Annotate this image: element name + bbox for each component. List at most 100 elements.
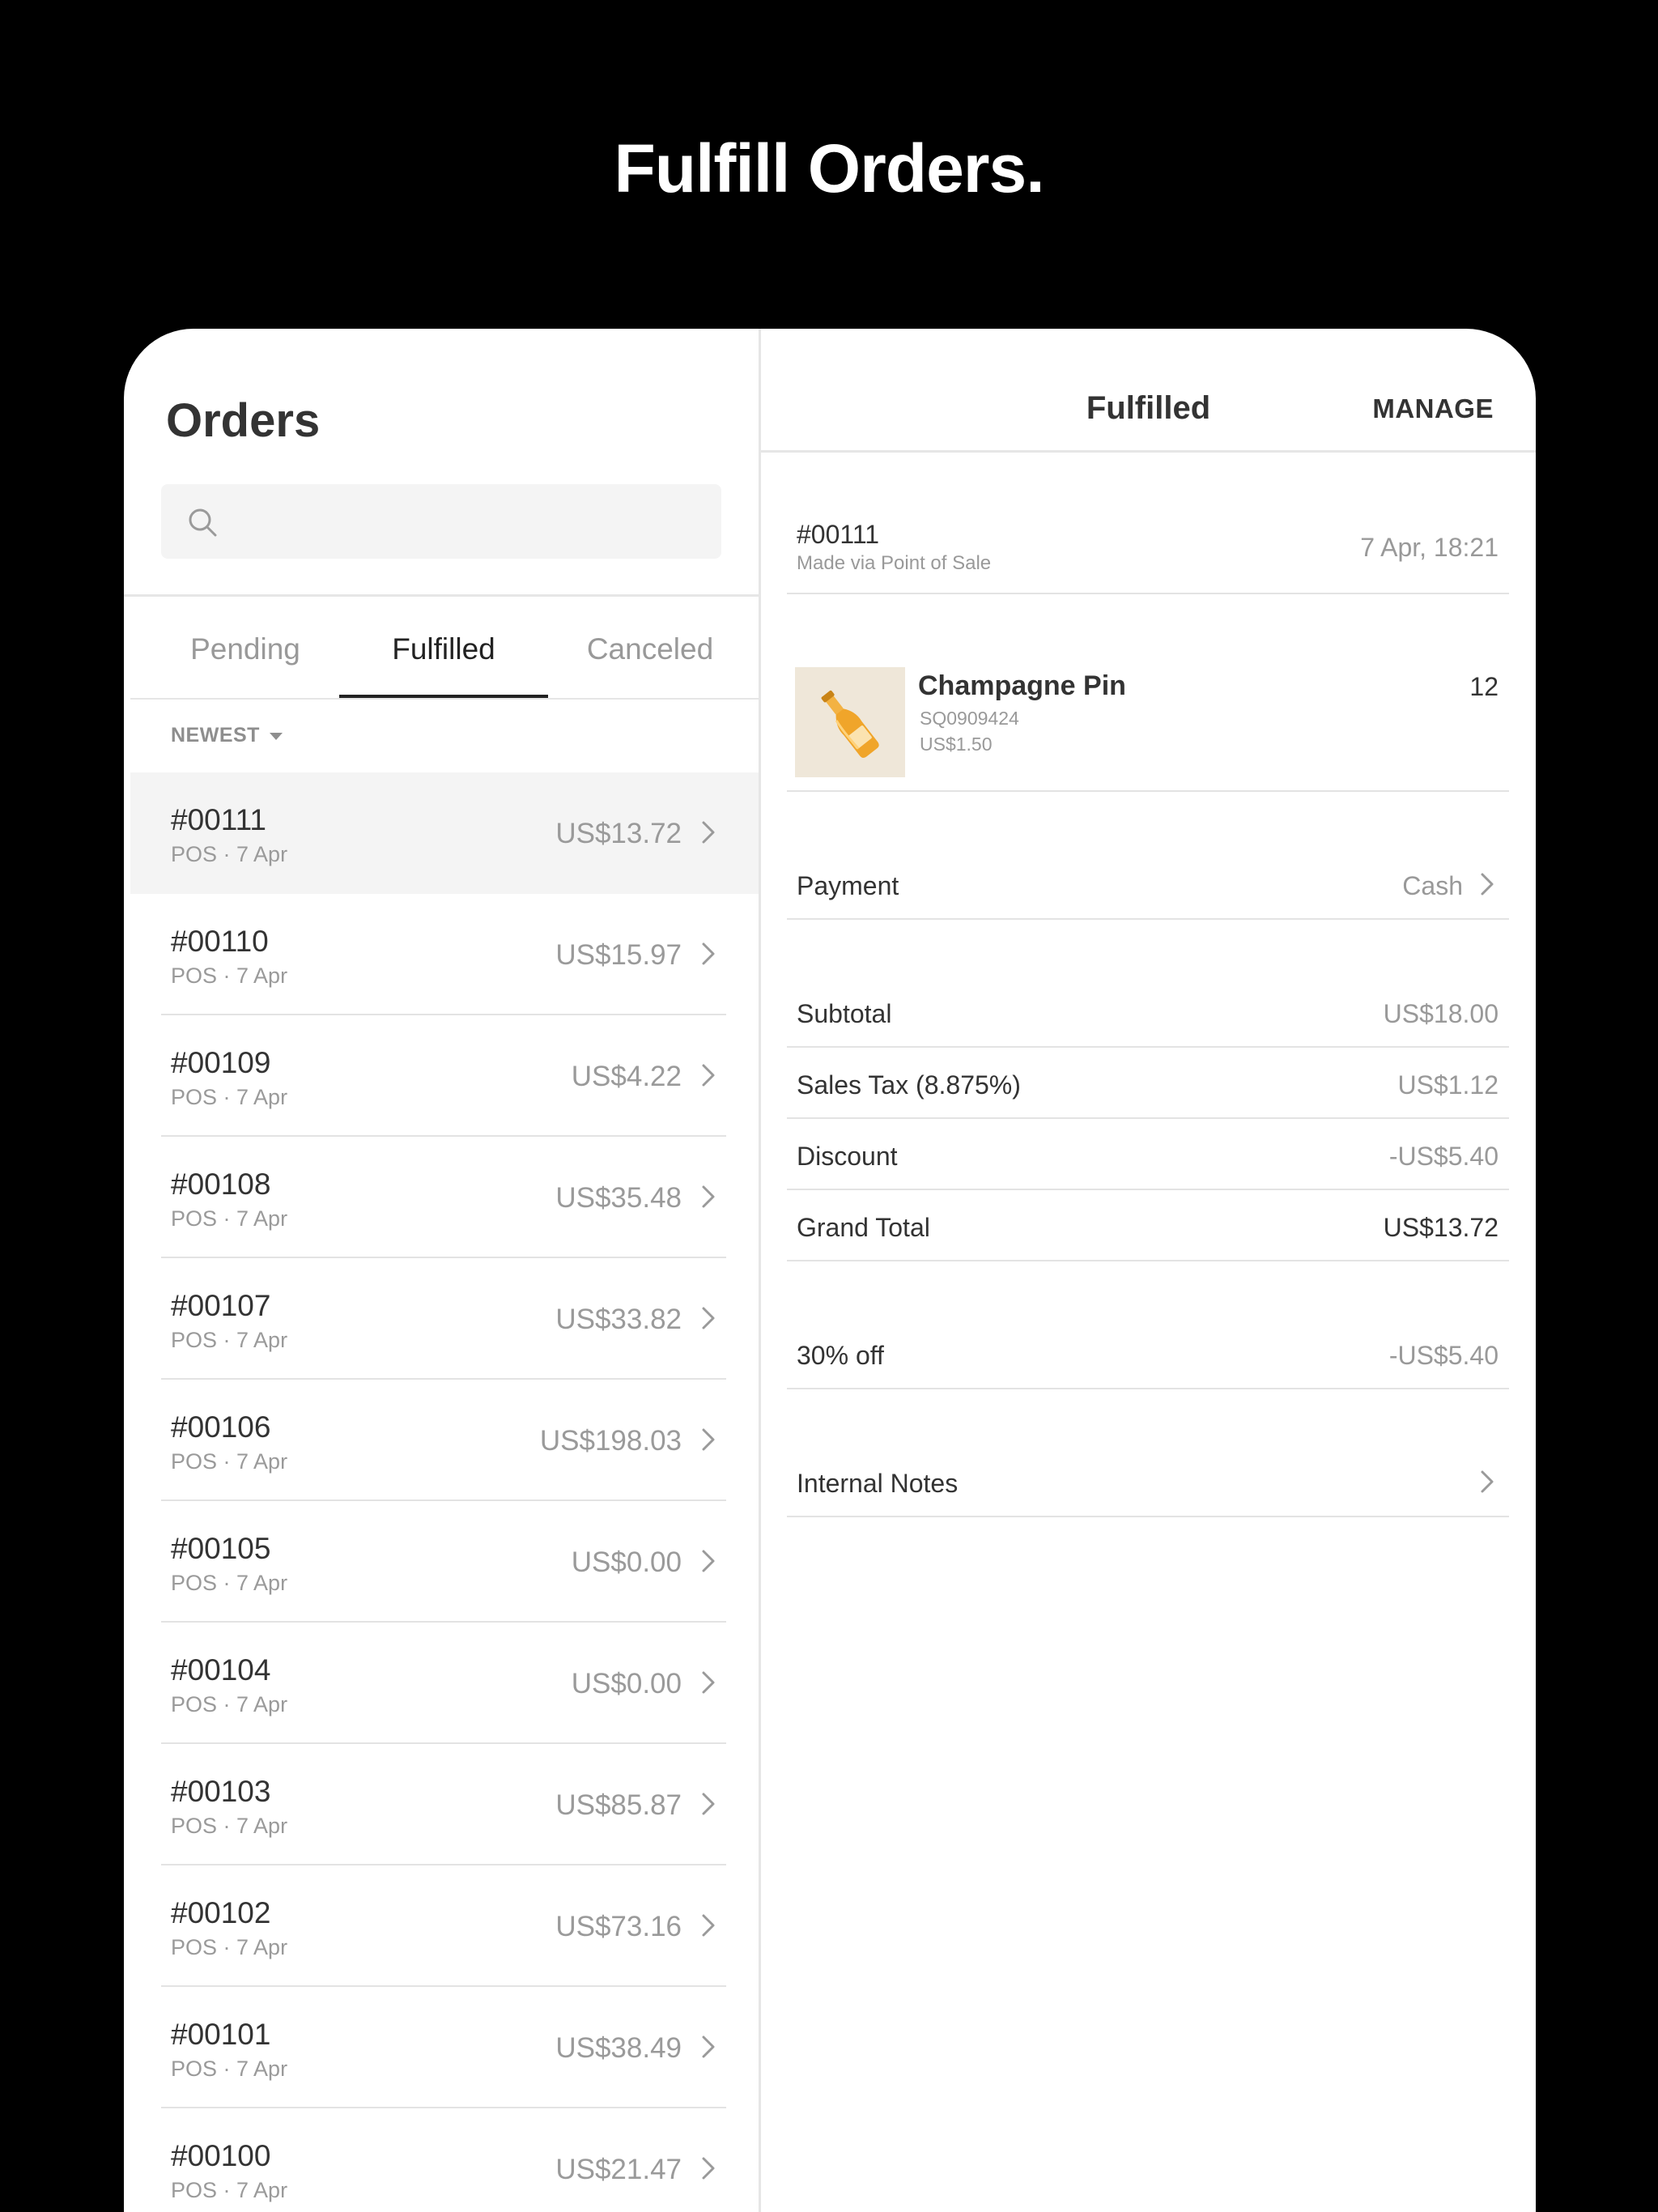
- order-meta: POS · 7 Apr: [171, 1449, 288, 1474]
- order-meta: POS · 7 Apr: [171, 1571, 288, 1595]
- order-amount: US$85.87: [555, 1789, 682, 1821]
- order-id: #00111: [171, 803, 266, 836]
- sales-tax-label: Sales Tax (8.875%): [797, 1070, 1021, 1100]
- item-sku: SQ0909424: [920, 708, 1019, 729]
- order-id: #00104: [171, 1653, 271, 1687]
- order-row[interactable]: #00102 POS · 7 Apr US$73.16: [130, 1865, 759, 1987]
- order-meta: POS · 7 Apr: [171, 1085, 288, 1109]
- divider: [787, 1388, 1509, 1389]
- divider: [787, 790, 1509, 792]
- item-name: Champagne Pin: [918, 670, 1126, 701]
- order-meta: POS · 7 Apr: [171, 842, 288, 866]
- order-row[interactable]: #00111 POS · 7 Apr US$13.72: [130, 772, 759, 894]
- order-meta: POS · 7 Apr: [171, 963, 288, 988]
- order-id: #00103: [171, 1775, 271, 1808]
- search-icon: [189, 508, 217, 537]
- divider: [130, 698, 759, 700]
- chevron-right-icon: [702, 821, 715, 844]
- order-id: #00101: [171, 2018, 271, 2051]
- orders-title: Orders: [166, 394, 321, 447]
- order-row[interactable]: #00101 POS · 7 Apr US$38.49: [130, 1987, 759, 2108]
- chevron-right-icon: [702, 1428, 715, 1451]
- order-row[interactable]: #00109 POS · 7 Apr US$4.22: [130, 1015, 759, 1137]
- order-meta: POS · 7 Apr: [171, 1935, 288, 1959]
- divider: [787, 918, 1509, 920]
- order-row[interactable]: #00104 POS · 7 Apr US$0.00: [130, 1623, 759, 1744]
- order-amount: US$4.22: [571, 1061, 682, 1092]
- discount-value: -US$5.40: [1388, 1142, 1499, 1171]
- chevron-right-icon: [702, 2157, 715, 2180]
- chevron-right-icon: [702, 1914, 715, 1937]
- chevron-right-icon: [702, 1793, 715, 1815]
- tab-canceled[interactable]: Canceled: [545, 597, 755, 699]
- order-row[interactable]: #00110 POS · 7 Apr US$15.97: [130, 894, 759, 1015]
- order-row[interactable]: #00103 POS · 7 Apr US$85.87: [130, 1744, 759, 1865]
- order-amount: US$33.82: [555, 1304, 682, 1335]
- chevron-right-icon: [1481, 1470, 1494, 1493]
- subtotal-label: Subtotal: [797, 999, 892, 1028]
- chevron-right-icon: [702, 1671, 715, 1694]
- caret-down-icon: [269, 732, 283, 740]
- tab-pending[interactable]: Pending: [148, 597, 342, 699]
- order-id: #00100: [171, 2139, 271, 2172]
- order-row[interactable]: #00106 POS · 7 Apr US$198.03: [130, 1380, 759, 1501]
- manage-button[interactable]: MANAGE: [1372, 393, 1494, 424]
- chevron-right-icon: [702, 2035, 715, 2058]
- divider: [787, 593, 1509, 594]
- chevron-right-icon: [702, 1064, 715, 1087]
- order-row[interactable]: #00107 POS · 7 Apr US$33.82: [130, 1258, 759, 1380]
- order-row[interactable]: #00108 POS · 7 Apr US$35.48: [130, 1137, 759, 1258]
- search-input[interactable]: [161, 484, 721, 559]
- sort-dropdown[interactable]: NEWEST: [171, 724, 283, 747]
- order-amount: US$0.00: [571, 1546, 682, 1578]
- order-id: #00108: [171, 1168, 271, 1201]
- order-id: #00110: [171, 925, 269, 958]
- order-meta: POS · 7 Apr: [171, 2178, 288, 2202]
- sales-tax-value: US$1.12: [1397, 1070, 1499, 1100]
- order-detail-pane: Fulfilled MANAGE #00111 Made via Point o…: [761, 329, 1536, 2212]
- item-quantity: 12: [1469, 672, 1499, 701]
- order-date: 7 Apr, 18:21: [1360, 533, 1499, 562]
- applied-discount-value: -US$5.40: [1388, 1341, 1499, 1370]
- order-amount: US$73.16: [555, 1911, 682, 1942]
- order-amount: US$0.00: [571, 1668, 682, 1699]
- orders-list-pane: Orders Pending Fulfilled Canceled NEWEST…: [124, 329, 759, 2212]
- order-id: #00105: [171, 1532, 271, 1565]
- discount-label: Discount: [797, 1142, 898, 1171]
- internal-notes-row[interactable]: Internal Notes: [797, 1469, 958, 1499]
- tablet-screen: Orders Pending Fulfilled Canceled NEWEST…: [124, 329, 1536, 2212]
- order-row[interactable]: #00100 POS · 7 Apr US$21.47: [130, 2108, 759, 2212]
- status-tabs: Pending Fulfilled Canceled: [124, 597, 759, 699]
- payment-row[interactable]: Payment: [797, 871, 899, 901]
- payment-method: Cash: [1402, 871, 1463, 900]
- chevron-right-icon: [702, 1307, 715, 1329]
- order-id: #00102: [171, 1896, 271, 1929]
- sort-label: NEWEST: [171, 724, 260, 747]
- order-number: #00111: [797, 520, 880, 549]
- grand-total-label: Grand Total: [797, 1213, 930, 1242]
- divider: [787, 1260, 1509, 1261]
- divider: [787, 1189, 1509, 1190]
- chevron-right-icon: [702, 942, 715, 965]
- divider: [787, 1046, 1509, 1048]
- order-list: #00111 POS · 7 Apr US$13.72 #00110 POS · 7 A…: [130, 772, 759, 2212]
- order-amount: US$15.97: [555, 939, 682, 971]
- chevron-right-icon: [702, 1550, 715, 1572]
- item-price: US$1.50: [920, 734, 993, 755]
- item-thumbnail: [795, 667, 905, 777]
- order-row[interactable]: #00105 POS · 7 Apr US$0.00: [130, 1501, 759, 1623]
- order-id: #00109: [171, 1046, 271, 1079]
- order-amount: US$13.72: [555, 818, 682, 849]
- grand-total-value: US$13.72: [1383, 1213, 1499, 1242]
- divider: [787, 1516, 1509, 1517]
- order-amount: US$198.03: [539, 1425, 682, 1457]
- tab-fulfilled[interactable]: Fulfilled: [339, 597, 548, 699]
- order-meta: POS · 7 Apr: [171, 1814, 288, 1838]
- chevron-right-icon: [702, 1185, 715, 1208]
- applied-discount-label: 30% off: [797, 1341, 884, 1370]
- order-id: #00106: [171, 1410, 271, 1444]
- order-meta: POS · 7 Apr: [171, 1206, 288, 1231]
- order-meta: POS · 7 Apr: [171, 1328, 288, 1352]
- subtotal-value: US$18.00: [1383, 999, 1499, 1028]
- page-headline: Fulfill Orders.: [614, 130, 1044, 206]
